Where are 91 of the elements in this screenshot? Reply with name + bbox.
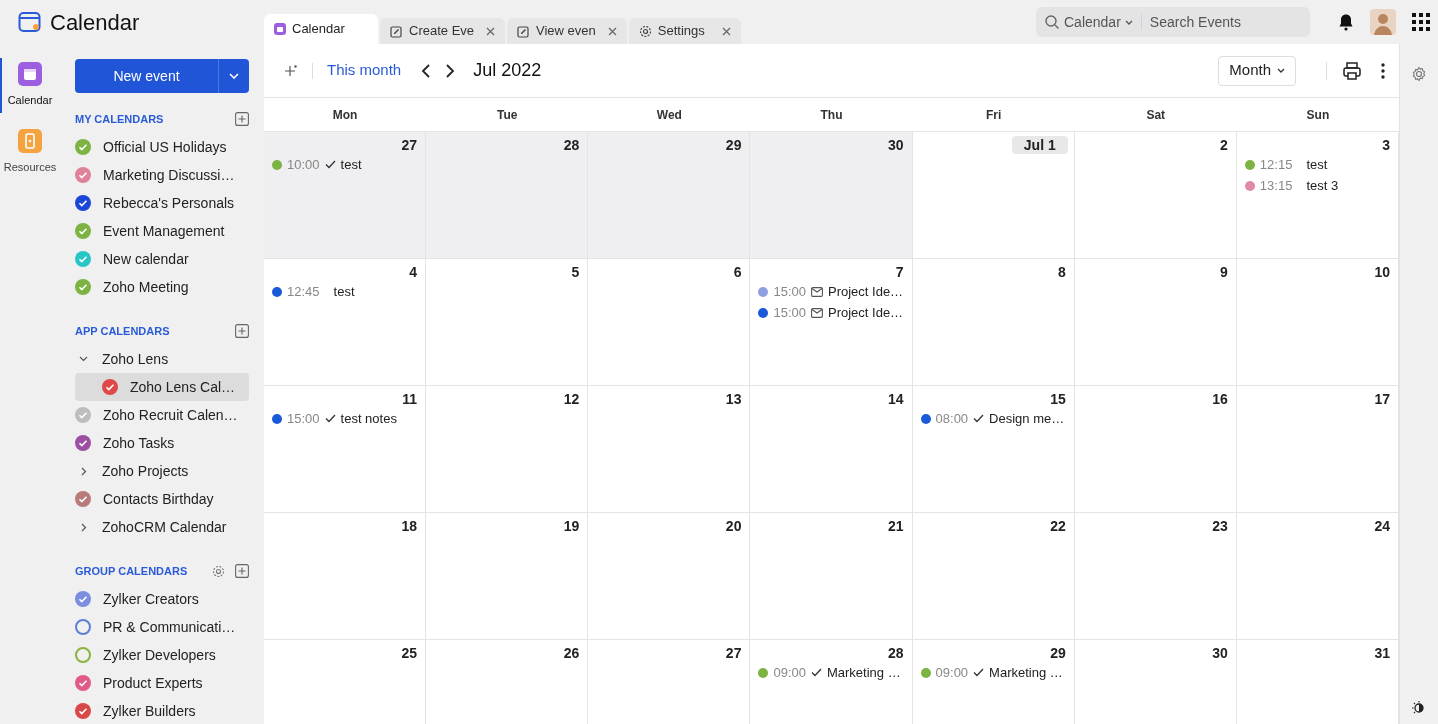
day-number: 29 [725,136,742,154]
sidebar-item[interactable]: Zoho Meeting [75,273,249,301]
sidebar-item[interactable]: PR & Communicati… [75,613,249,641]
day-number: 25 [401,644,418,662]
sidebar-item[interactable]: Zylker Builders [75,697,249,724]
day-number: 5 [571,263,580,281]
day-number: 28 [563,136,580,154]
view-dropdown[interactable]: Month [1218,55,1296,86]
day-number: 17 [1374,390,1390,408]
day-number: 12 [563,390,580,408]
sidebar-item[interactable]: Zoho Lens Cal… [75,373,249,401]
search-scope-dropdown[interactable]: Calendar [1064,11,1133,33]
sidebar-item[interactable]: Zoho Tasks [75,429,249,457]
day-number: 16 [1212,390,1228,408]
sidebar-item[interactable]: Zylker Creators [75,585,249,613]
event-item[interactable]: 15:00 Project Ide… [758,302,904,323]
sidebar-item[interactable]: Zylker Developers [75,641,249,669]
day-number: 10 [1374,263,1390,281]
tab[interactable]: Settings [628,18,741,44]
day-number: 6 [733,263,742,281]
weekday-header: Thu [819,106,844,124]
section-heading: APP CALENDARS [75,323,171,339]
event-item[interactable]: 12:15 test [1244,154,1390,175]
weekday-header: Fri [984,106,1003,124]
tab[interactable]: View even [507,18,627,44]
day-number: 21 [888,517,904,535]
day-number: 30 [888,136,904,154]
day-cell[interactable]: 30 [750,132,913,258]
day-number: 11 [402,390,418,408]
event-item[interactable]: 12:45 test [272,281,418,302]
event-item[interactable]: 15:00 Project Ide… [758,281,904,302]
day-number: 14 [888,390,904,408]
app-title: Calendar [50,8,140,37]
day-number: 13 [725,390,742,408]
tab[interactable]: Create Eve [380,18,506,44]
day-number: 20 [725,517,742,535]
new-event-button[interactable]: New event [75,59,249,93]
sidebar-item[interactable]: Marketing Discussi… [75,161,249,189]
sidebar-item[interactable]: New calendar [75,245,249,273]
sidebar-item[interactable]: Official US Holidays [75,133,249,161]
sidebar-item[interactable]: Rebecca's Personals [75,189,249,217]
day-number: 4 [409,263,418,281]
day-number: 15 [1050,390,1066,408]
sidebar-group[interactable]: Zoho Projects [75,457,249,485]
day-cell[interactable]: 28 [426,132,589,258]
sidebar-group[interactable]: Zoho Lens [75,345,249,373]
day-number: 27 [401,136,418,154]
day-number: 2 [1220,136,1228,154]
section-heading: MY CALENDARS [75,111,165,127]
section-heading: GROUP CALENDARS [75,563,189,579]
day-cell[interactable]: 29 [588,132,751,258]
day-number: 22 [1050,517,1066,535]
sidebar-item[interactable]: Event Management [75,217,249,245]
event-item[interactable]: 10:00 test [272,154,418,175]
search-field[interactable]: Calendar Search Events [1036,7,1310,37]
day-number: 26 [563,644,580,662]
day-number: 9 [1220,263,1228,281]
nav-item[interactable]: Calendar [0,58,60,113]
day-number: 31 [1374,644,1390,662]
this-month-link[interactable]: This month [327,59,402,82]
day-cell[interactable]: 27 10:00 test [264,132,427,258]
weekday-header: Wed [655,106,683,124]
period-title: Jul 2022 [473,59,542,82]
sidebar-item[interactable]: Contacts Birthday [75,485,249,513]
sidebar-group[interactable]: ZohoCRM Calendar [75,513,249,541]
tab[interactable]: Calendar [264,14,378,44]
day-number: 30 [1212,644,1228,662]
search-placeholder: Search Events [1149,12,1241,32]
day-number: 7 [895,263,904,281]
day-number: 8 [1057,263,1066,281]
weekday-header: Tue [496,106,519,124]
event-item[interactable]: 09:00 Marketing … [758,662,904,683]
sidebar-item[interactable]: Zoho Recruit Calen… [75,401,249,429]
day-number: 29 [1050,644,1066,662]
day-number: 28 [888,644,904,662]
day-number: 27 [725,644,742,662]
sidebar-item[interactable]: Product Experts [75,669,249,697]
nav-item[interactable]: Resources [0,124,60,179]
weekday-header: Sun [1305,106,1331,124]
day-number: 24 [1374,517,1390,535]
event-item[interactable]: 08:00 Design me… [920,408,1066,429]
event-item[interactable]: 15:00 test notes [272,408,418,429]
day-number: Jul 1 [1011,136,1068,154]
weekday-header: Mon [331,106,359,124]
day-number: 23 [1212,517,1228,535]
day-number: 18 [401,517,418,535]
day-number: 19 [563,517,580,535]
day-number: 3 [1382,136,1390,154]
event-item[interactable]: 13:15 test 3 [1244,175,1390,196]
weekday-header: Sat [1145,106,1167,124]
event-item[interactable]: 09:00 Marketing … [920,662,1066,683]
